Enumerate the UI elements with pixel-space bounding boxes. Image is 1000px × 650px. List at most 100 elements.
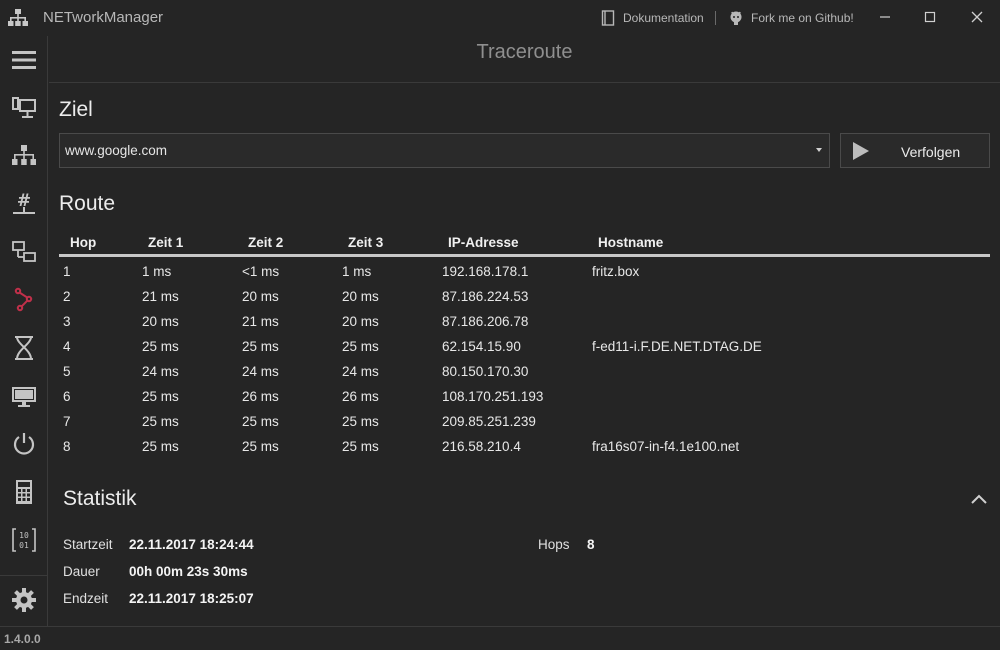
sidebar-item-ip-scanner[interactable] (0, 133, 48, 179)
end-time-label: Endzeit (63, 591, 109, 606)
maximize-icon (924, 11, 936, 23)
github-link[interactable]: Fork me on Github! (728, 10, 854, 26)
port-scanner-icon (12, 241, 36, 262)
cell-hop: 6 (63, 389, 71, 404)
cell-hostname: f-ed11-i.F.DE.NET.DTAG.DE (592, 339, 762, 354)
settings-button[interactable] (0, 577, 48, 623)
maximize-button[interactable] (916, 6, 944, 28)
cell-ip-address: 62.154.15.90 (442, 339, 521, 354)
cell-ip-address: 87.186.224.53 (442, 289, 529, 304)
trace-button[interactable]: Verfolgen (840, 133, 990, 168)
sidebar-divider (0, 575, 48, 576)
table-row[interactable]: 7 25 ms 25 ms 25 ms 209.85.251.239 (59, 407, 990, 432)
table-row[interactable]: 1 1 ms <1 ms 1 ms 192.168.178.1 fritz.box (59, 257, 990, 282)
ip-scanner-icon (12, 145, 36, 165)
sidebar-item-calculator[interactable] (0, 469, 48, 515)
sidebar-item-remote-desktop[interactable] (0, 373, 48, 419)
statistics-heading: Statistik (63, 487, 137, 510)
sidebar-item-wake-on-lan[interactable] (0, 421, 48, 467)
documentation-label: Dokumentation (623, 11, 704, 25)
hourglass-icon (15, 336, 33, 360)
cell-time1: 21 ms (142, 289, 179, 304)
close-button[interactable] (963, 6, 991, 28)
svg-text:10: 10 (19, 531, 29, 540)
monitor-icon (12, 387, 36, 407)
github-label: Fork me on Github! (751, 11, 854, 25)
chevron-down-icon[interactable] (816, 148, 822, 152)
cell-hop: 8 (63, 439, 71, 454)
cell-time1: 25 ms (142, 414, 179, 429)
cell-ip-address: 80.150.170.30 (442, 364, 529, 379)
cell-ip-address: 108.170.251.193 (442, 389, 544, 404)
binary-lookup-icon: 10 01 (12, 528, 36, 552)
sidebar-item-network-interface[interactable] (0, 85, 48, 131)
column-header-hostname[interactable]: Hostname (598, 235, 663, 250)
gear-icon (12, 588, 36, 612)
cell-hop: 2 (63, 289, 71, 304)
status-bar: 1.4.0.0 (0, 626, 1000, 650)
svg-text:01: 01 (19, 541, 29, 550)
title-bar: NETworkManager Dokumentation Fork me on … (0, 0, 1000, 36)
column-header-time3[interactable]: Zeit 3 (348, 235, 383, 250)
cell-time2: 26 ms (242, 389, 279, 404)
target-heading: Ziel (59, 98, 93, 121)
app-title: NETworkManager (43, 9, 164, 26)
network-interface-icon (12, 97, 36, 118)
target-host-combobox[interactable] (59, 133, 830, 168)
cell-hop: 1 (63, 264, 71, 279)
start-time-value: 22.11.2017 18:24:44 (129, 537, 254, 552)
route-table: Hop Zeit 1 Zeit 2 Zeit 3 IP-Adresse Host… (59, 228, 990, 457)
traceroute-icon (14, 287, 33, 312)
table-row[interactable]: 8 25 ms 25 ms 25 ms 216.58.210.4 fra16s07-in-… (59, 432, 990, 457)
minimize-button[interactable] (871, 6, 899, 28)
cell-time3: 25 ms (342, 439, 379, 454)
column-header-time1[interactable]: Zeit 1 (148, 235, 183, 250)
version-label: 1.4.0.0 (4, 632, 41, 646)
cell-time3: 25 ms (342, 339, 379, 354)
cell-hop: 5 (63, 364, 71, 379)
cell-time3: 20 ms (342, 314, 379, 329)
hamburger-menu-button[interactable] (0, 37, 48, 83)
hops-value: 8 (587, 537, 595, 552)
table-row[interactable]: 6 25 ms 26 ms 26 ms 108.170.251.193 (59, 382, 990, 407)
column-header-time2[interactable]: Zeit 2 (248, 235, 283, 250)
column-header-hop[interactable]: Hop (70, 235, 96, 250)
cell-ip-address: 216.58.210.4 (442, 439, 521, 454)
cell-time2: 25 ms (242, 414, 279, 429)
start-time-label: Startzeit (63, 537, 113, 552)
sidebar-item-port-scanner[interactable] (0, 229, 48, 275)
cell-time2: 24 ms (242, 364, 279, 379)
table-row[interactable]: 5 24 ms 24 ms 24 ms 80.150.170.30 (59, 357, 990, 382)
target-host-input[interactable] (60, 134, 800, 167)
sidebar-item-ping[interactable] (0, 325, 48, 371)
cell-time2: 25 ms (242, 439, 279, 454)
sidebar-item-binary[interactable]: 10 01 (0, 517, 48, 563)
duration-label: Dauer (63, 564, 100, 579)
sidebar-item-subnet[interactable]: # (0, 181, 48, 227)
table-row[interactable]: 4 25 ms 25 ms 25 ms 62.154.15.90 f-ed11-i.F.D… (59, 332, 990, 357)
cell-time1: 1 ms (142, 264, 172, 279)
table-body: 1 1 ms <1 ms 1 ms 192.168.178.1 fritz.box 2 21 … (59, 257, 990, 457)
cell-time1: 24 ms (142, 364, 179, 379)
cell-hop: 7 (63, 414, 71, 429)
documentation-link[interactable]: Dokumentation (600, 10, 704, 26)
table-row[interactable]: 3 20 ms 21 ms 20 ms 87.186.206.78 (59, 307, 990, 332)
cell-time3: 26 ms (342, 389, 379, 404)
cell-ip-address: 87.186.206.78 (442, 314, 529, 329)
column-header-ip-address[interactable]: IP-Adresse (448, 235, 519, 250)
power-icon (13, 433, 35, 455)
route-heading: Route (59, 192, 116, 215)
table-row[interactable]: 2 21 ms 20 ms 20 ms 87.186.224.53 (59, 282, 990, 307)
cell-time3: 1 ms (342, 264, 372, 279)
minimize-icon (880, 16, 890, 18)
hops-label: Hops (538, 537, 570, 552)
app-logo-icon (8, 9, 28, 26)
cell-ip-address: 209.85.251.239 (442, 414, 536, 429)
chevron-up-icon[interactable] (968, 490, 990, 508)
cell-time1: 25 ms (142, 339, 179, 354)
cell-time2: 21 ms (242, 314, 279, 329)
cell-time2: 25 ms (242, 339, 279, 354)
cell-hostname: fritz.box (592, 264, 640, 279)
duration-value: 00h 00m 23s 30ms (129, 564, 248, 579)
sidebar-item-traceroute[interactable] (0, 277, 48, 323)
